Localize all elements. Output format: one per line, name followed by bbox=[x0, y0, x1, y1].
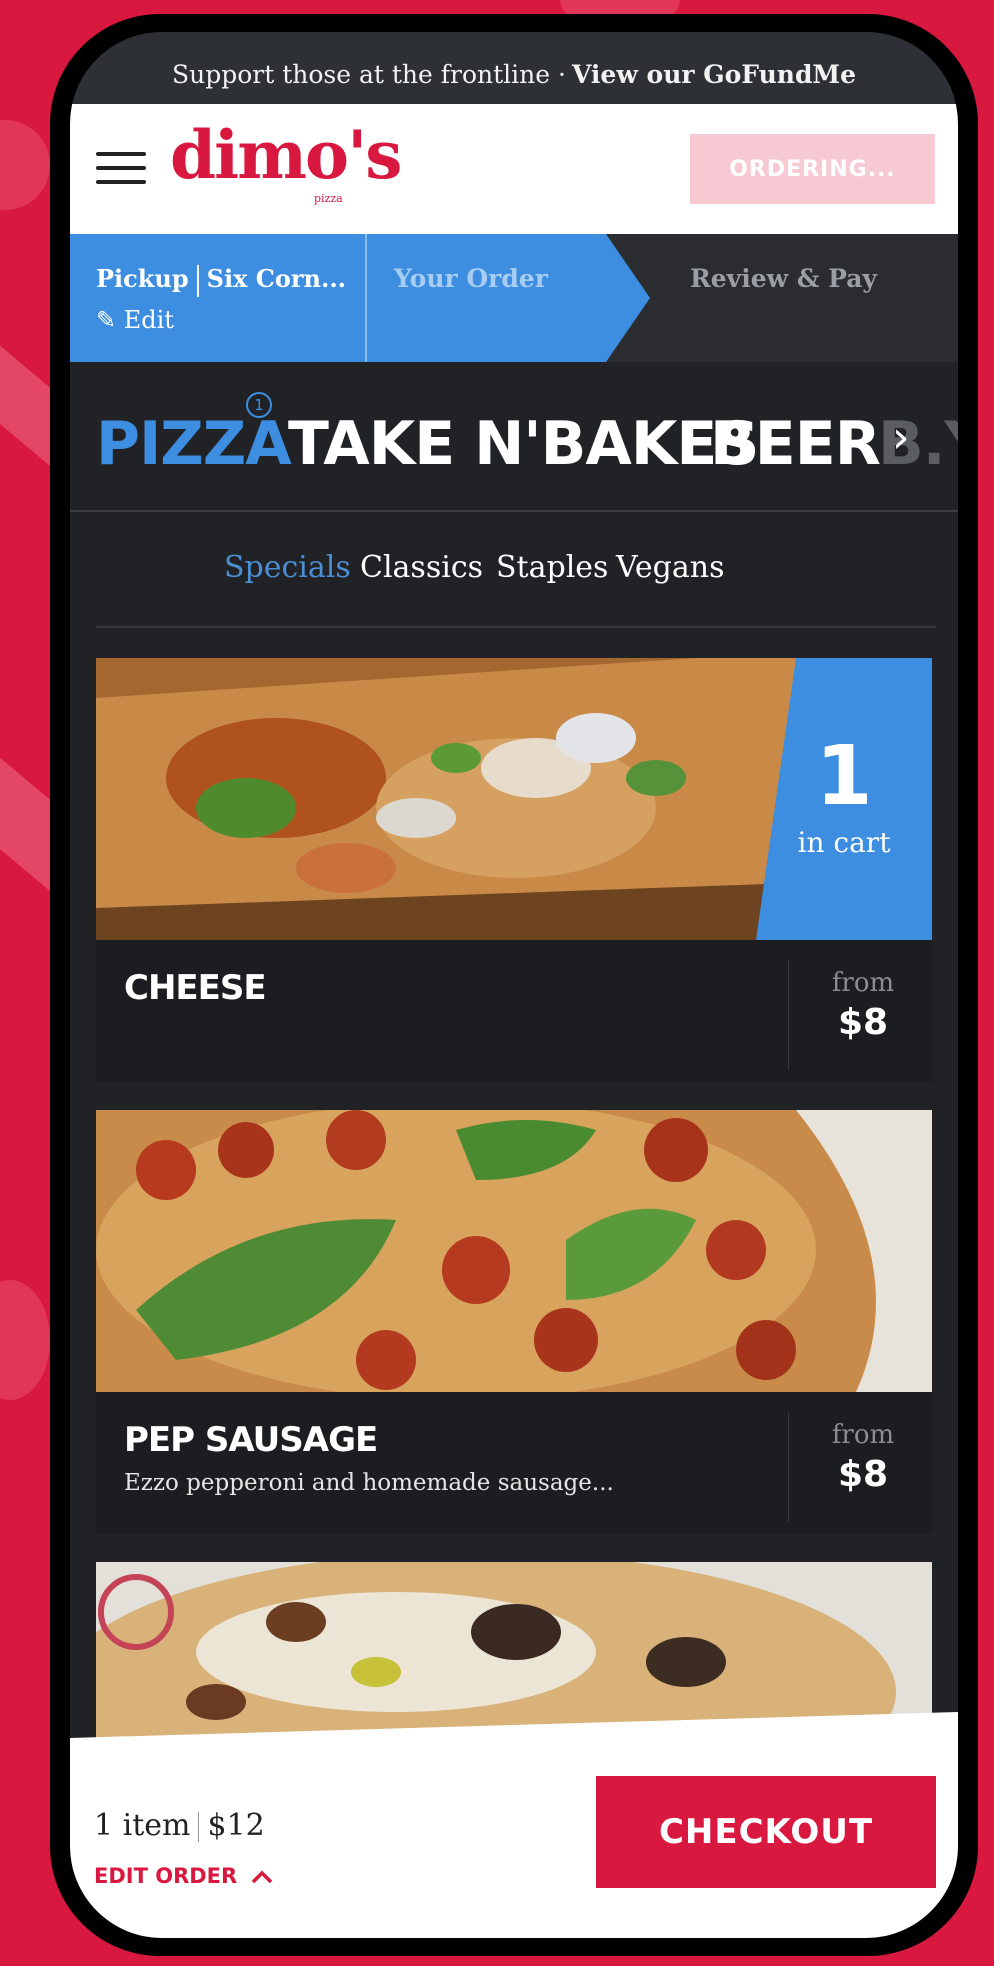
gofundme-link[interactable]: View our GoFundMe bbox=[572, 60, 856, 89]
category-byo[interactable]: B.Y bbox=[878, 414, 958, 474]
site-header: dimo's pizza ORDERING... bbox=[70, 104, 958, 234]
tab-specials[interactable]: Specials bbox=[224, 550, 351, 585]
order-steps: Pickup Six Corn... ✎ Edit Your Order Revi… bbox=[70, 234, 958, 362]
step-divider bbox=[365, 234, 367, 362]
item-price: $8 bbox=[837, 1454, 889, 1495]
active-steps-background bbox=[70, 234, 650, 362]
pizza-count-badge: 1 bbox=[246, 392, 272, 418]
checkout-button[interactable]: CHECKOUT bbox=[596, 1776, 936, 1888]
edit-order-link[interactable]: EDIT ORDER bbox=[94, 1864, 273, 1888]
cart-summary: 1 item $12 bbox=[94, 1808, 265, 1843]
category-take-n-bakes[interactable]: TAKE N'BAKES bbox=[288, 414, 760, 474]
ordering-button[interactable]: ORDERING... bbox=[690, 134, 935, 204]
banner-text: Support those at the frontline · bbox=[171, 59, 566, 89]
hamburger-menu-icon[interactable] bbox=[96, 152, 146, 188]
edit-pickup-link[interactable]: ✎ Edit bbox=[96, 306, 174, 334]
step-pickup-location[interactable]: Pickup Six Corn... bbox=[96, 264, 346, 297]
phone-screen: Support those at the frontline · View ou… bbox=[70, 32, 958, 1938]
divider bbox=[198, 1812, 200, 1842]
divider bbox=[70, 510, 958, 512]
step-your-order[interactable]: Your Order bbox=[394, 264, 548, 293]
pizza-photo bbox=[96, 1110, 932, 1392]
dimos-logo[interactable]: dimo's bbox=[170, 122, 402, 188]
divider bbox=[196, 264, 199, 297]
location-label: Six Corn... bbox=[206, 264, 347, 293]
cart-item-count: 1 item bbox=[94, 1808, 191, 1843]
tab-vegans[interactable]: Vegans bbox=[616, 550, 724, 585]
edit-order-label: EDIT ORDER bbox=[94, 1864, 238, 1888]
chevron-right-icon[interactable]: › bbox=[892, 412, 910, 463]
cart-total: $12 bbox=[207, 1808, 265, 1843]
in-cart-count: 1 bbox=[815, 729, 873, 824]
tab-classics[interactable]: Classics bbox=[360, 550, 483, 585]
category-nav: PIZZA 1 TAKE N'BAKES BEER B.Y › bbox=[70, 362, 958, 512]
price-from-label: from bbox=[831, 968, 895, 998]
menu-item-card[interactable]: 1 in cart CHEESE from $8 bbox=[96, 658, 932, 1082]
menu-item-card[interactable]: PEP SAUSAGE Ezzo pepperoni and homemade … bbox=[96, 1110, 932, 1534]
item-price: $8 bbox=[837, 1002, 889, 1043]
background-splash bbox=[0, 1280, 50, 1400]
divider bbox=[788, 1412, 789, 1522]
category-pizza[interactable]: PIZZA bbox=[96, 414, 292, 474]
subcategory-tabs: Specials Classics Staples Vegans bbox=[70, 514, 958, 624]
step-review-pay[interactable]: Review & Pay bbox=[690, 264, 877, 293]
divider bbox=[788, 960, 789, 1070]
chevron-up-icon bbox=[251, 1870, 272, 1884]
item-name: PEP SAUSAGE bbox=[124, 1420, 378, 1460]
background-splash bbox=[0, 120, 50, 210]
pencil-icon: ✎ bbox=[96, 306, 117, 334]
price-from-label: from bbox=[831, 1420, 895, 1450]
menu-item-info: CHEESE from $8 bbox=[96, 940, 932, 1082]
announcement-banner[interactable]: Support those at the frontline · View ou… bbox=[70, 32, 958, 110]
item-name: CHEESE bbox=[124, 968, 267, 1008]
cart-footer: 1 item $12 EDIT ORDER CHECKOUT bbox=[70, 1712, 958, 1938]
in-cart-label: in cart bbox=[797, 826, 891, 859]
pickup-label: Pickup bbox=[96, 264, 189, 293]
item-description: Ezzo pepperoni and homemade sausage... bbox=[124, 1470, 614, 1496]
category-beer[interactable]: BEER bbox=[710, 414, 881, 474]
phone-frame: Support those at the frontline · View ou… bbox=[50, 14, 978, 1956]
divider bbox=[96, 626, 936, 628]
tab-staples[interactable]: Staples bbox=[496, 550, 608, 585]
logo-subtitle: pizza bbox=[314, 192, 343, 205]
menu-item-info: PEP SAUSAGE Ezzo pepperoni and homemade … bbox=[96, 1392, 932, 1534]
edit-label: Edit bbox=[123, 306, 174, 334]
